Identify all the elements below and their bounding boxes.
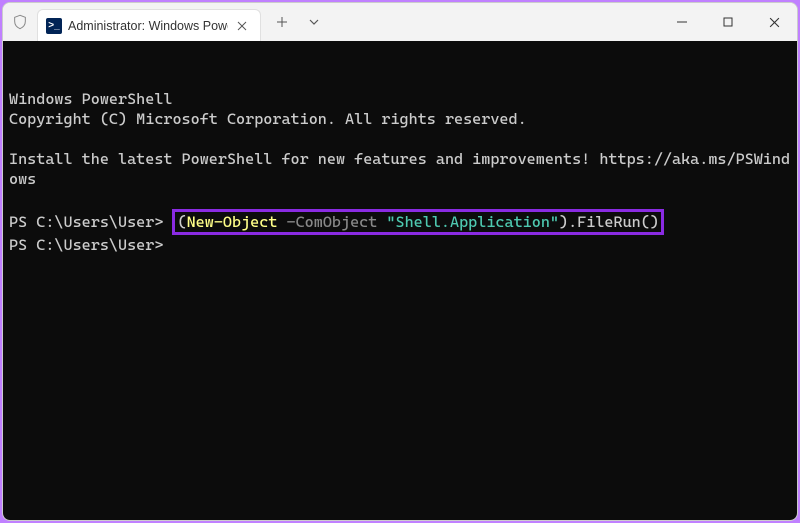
blank-line — [9, 129, 791, 149]
terminal-body[interactable]: Windows PowerShellCopyright (C) Microsof… — [3, 41, 797, 520]
terminal-window: >_ Administrator: Windows Powe — [2, 2, 798, 521]
cmdlet: New-Object — [187, 213, 278, 231]
command-line: PS C:\Users\User> (New-Object -ComObject… — [9, 209, 791, 235]
window-controls — [659, 3, 797, 41]
paren-close: ) — [559, 213, 568, 231]
close-button[interactable] — [751, 3, 797, 41]
minimize-button[interactable] — [659, 3, 705, 41]
tab-close-button[interactable] — [234, 18, 250, 34]
method-call: .FileRun() — [568, 213, 659, 231]
tab-dropdown-button[interactable] — [299, 7, 329, 37]
output-line: Install the latest PowerShell for new fe… — [9, 149, 791, 189]
prompt-line: PS C:\Users\User> — [9, 235, 791, 255]
prompt: PS C:\Users\User> — [9, 236, 172, 254]
tab-active[interactable]: >_ Administrator: Windows Powe — [37, 9, 261, 41]
output-line: Copyright (C) Microsoft Corporation. All… — [9, 109, 791, 129]
titlebar: >_ Administrator: Windows Powe — [3, 3, 797, 41]
paren-open: ( — [177, 213, 186, 231]
highlighted-command: (New-Object -ComObject "Shell.Applicatio… — [172, 209, 663, 235]
output-line: Windows PowerShell — [9, 89, 791, 109]
maximize-button[interactable] — [705, 3, 751, 41]
prompt: PS C:\Users\User> — [9, 213, 172, 231]
string-arg: "Shell.Application" — [386, 213, 559, 231]
powershell-icon: >_ — [46, 18, 62, 34]
tab-title: Administrator: Windows Powe — [68, 19, 228, 33]
parameter: -ComObject — [287, 213, 378, 231]
new-tab-button[interactable] — [267, 7, 297, 37]
shield-icon — [3, 14, 37, 30]
blank-line — [9, 189, 791, 209]
tab-actions — [267, 7, 329, 37]
